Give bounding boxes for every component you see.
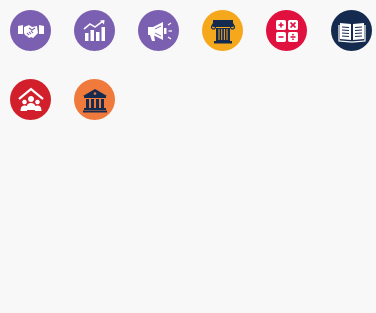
open-book-button[interactable] (331, 10, 372, 51)
icon-grid (0, 0, 376, 313)
handshake-button[interactable] (10, 10, 51, 51)
growth-chart-icon (83, 19, 105, 41)
growth-chart-button[interactable] (74, 10, 115, 51)
open-book-icon (337, 22, 366, 43)
calculator-icon (275, 19, 298, 42)
bank-building-button[interactable] (74, 79, 115, 120)
handshake-icon (17, 24, 44, 38)
community-home-button[interactable] (10, 79, 51, 120)
column-pillar-button[interactable] (202, 10, 243, 51)
megaphone-icon (147, 21, 172, 41)
column-pillar-icon (210, 19, 235, 43)
calculator-button[interactable] (266, 10, 307, 51)
bank-building-icon (82, 88, 107, 112)
community-home-icon (17, 87, 44, 111)
megaphone-button[interactable] (138, 10, 179, 51)
